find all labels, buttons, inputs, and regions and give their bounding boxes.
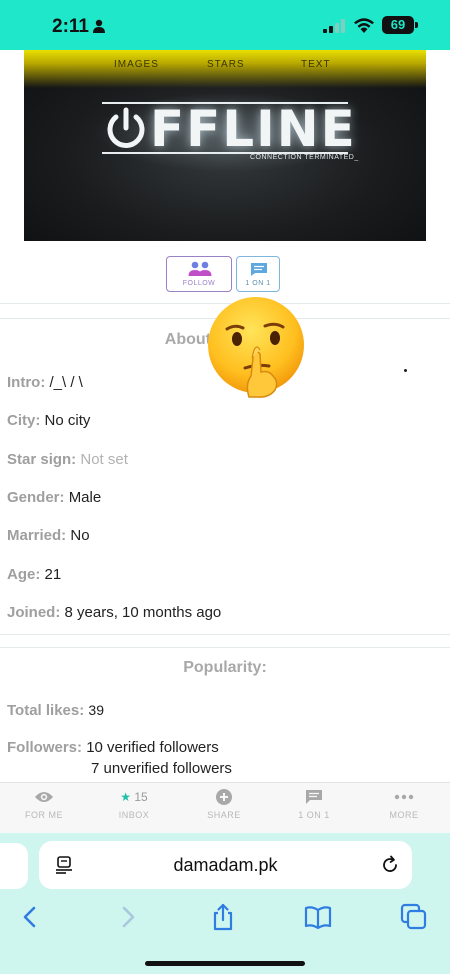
person-icon	[93, 19, 105, 33]
back-icon[interactable]	[16, 903, 44, 931]
shushing-face-emoji-icon	[208, 297, 304, 398]
field-value: No city	[44, 412, 91, 429]
field-value: 8 years, 10 months ago	[64, 604, 222, 621]
status-time: 2:11	[52, 16, 89, 37]
reload-icon[interactable]	[380, 855, 400, 875]
nav-share[interactable]: SHARE	[189, 789, 259, 820]
field-total-likes: Total likes: 39	[7, 702, 104, 719]
field-key: Total likes:	[7, 702, 85, 719]
battery-tip	[415, 22, 418, 28]
bookmarks-icon[interactable]	[304, 903, 332, 931]
more-dots-icon	[394, 794, 414, 800]
nav-inbox[interactable]: ★ 15 INBOX	[99, 789, 169, 820]
one-on-one-button-label: 1 ON 1	[245, 280, 271, 287]
field-key: Joined:	[7, 604, 61, 621]
field-value: Male	[68, 489, 102, 506]
wifi-icon	[354, 18, 374, 33]
divider	[0, 634, 450, 635]
share-icon[interactable]	[209, 903, 237, 931]
nav-one-on-one-label: 1 ON 1	[298, 810, 330, 820]
field-key: Followers:	[7, 739, 83, 756]
nav-more[interactable]: MORE	[369, 789, 439, 820]
field-city: City: No city	[7, 412, 90, 429]
chat-icon	[251, 263, 267, 276]
star-icon: ★	[120, 790, 132, 804]
battery-icon: 69	[382, 16, 414, 34]
nav-inbox-label: INBOX	[118, 810, 150, 820]
divider	[0, 647, 450, 648]
field-key: Intro:	[7, 374, 46, 391]
status-bar: 2:11 69	[0, 0, 450, 50]
banner-subtitle: CONNECTION TERMINATED_	[250, 154, 359, 161]
field-value: /_\ / \	[49, 374, 83, 391]
field-value: No	[70, 527, 90, 544]
nav-more-label: MORE	[389, 810, 419, 820]
field-star-sign: Star sign: Not set	[7, 451, 128, 468]
inbox-count: 15	[134, 790, 148, 804]
banner-tabs: IMAGES STARS TEXT	[24, 59, 426, 73]
field-married: Married: No	[7, 527, 90, 544]
follow-button[interactable]: FOLLOW	[166, 256, 232, 292]
field-value: 21	[44, 566, 62, 583]
bottom-navigation: FOR ME ★ 15 INBOX SHARE 1 ON 1 MORE	[0, 782, 450, 833]
field-age: Age: 21	[7, 566, 61, 583]
field-key: Star sign:	[7, 451, 77, 468]
field-key: City:	[7, 412, 41, 429]
previous-tab-peek[interactable]	[0, 843, 28, 889]
banner-logo-text: FFLINE	[150, 100, 357, 158]
cellular-signal-icon	[323, 19, 345, 33]
nav-for-me-label: FOR ME	[25, 810, 63, 820]
one-on-one-button[interactable]: 1 ON 1	[236, 256, 280, 292]
profile-banner: IMAGES STARS TEXT FFLINE CONNECTION TERM…	[24, 50, 426, 241]
plus-circle-icon	[216, 789, 232, 805]
url-text: damadam.pk	[173, 855, 278, 875]
follow-users-icon	[188, 261, 212, 276]
popularity-title: Popularity:	[183, 659, 267, 676]
follow-button-label: FOLLOW	[182, 280, 216, 287]
stray-dot	[404, 369, 407, 372]
forward-icon[interactable]	[114, 903, 142, 931]
tab-text[interactable]: TEXT	[301, 59, 331, 70]
field-key: Age:	[7, 566, 41, 583]
field-gender: Gender: Male	[7, 489, 101, 506]
address-bar[interactable]: damadam.pk	[39, 841, 412, 889]
verified-followers-link[interactable]: 10 verified followers	[86, 739, 219, 756]
power-icon	[107, 107, 145, 148]
eye-icon	[35, 792, 53, 802]
browser-toolbar: damadam.pk	[0, 833, 450, 974]
field-key: Gender:	[7, 489, 65, 506]
home-indicator	[145, 961, 305, 966]
field-joined: Joined: 8 years, 10 months ago	[7, 604, 221, 621]
chat-icon	[306, 790, 322, 804]
inbox-badge: ★ 15	[99, 789, 169, 805]
tabs-icon[interactable]	[400, 903, 428, 931]
nav-share-label: SHARE	[207, 810, 241, 820]
nav-for-me[interactable]: FOR ME	[9, 789, 79, 820]
tab-stars[interactable]: STARS	[207, 59, 245, 70]
field-value: Not set	[80, 451, 128, 468]
nav-one-on-one[interactable]: 1 ON 1	[279, 789, 349, 820]
field-value: 39	[88, 702, 104, 718]
tab-images[interactable]: IMAGES	[114, 59, 159, 70]
field-intro: Intro: /_\ / \	[7, 374, 83, 391]
unverified-followers-link[interactable]: 7 unverified followers	[91, 760, 232, 777]
field-key: Married:	[7, 527, 67, 544]
field-followers: Followers: 10 verified followers	[7, 739, 219, 756]
